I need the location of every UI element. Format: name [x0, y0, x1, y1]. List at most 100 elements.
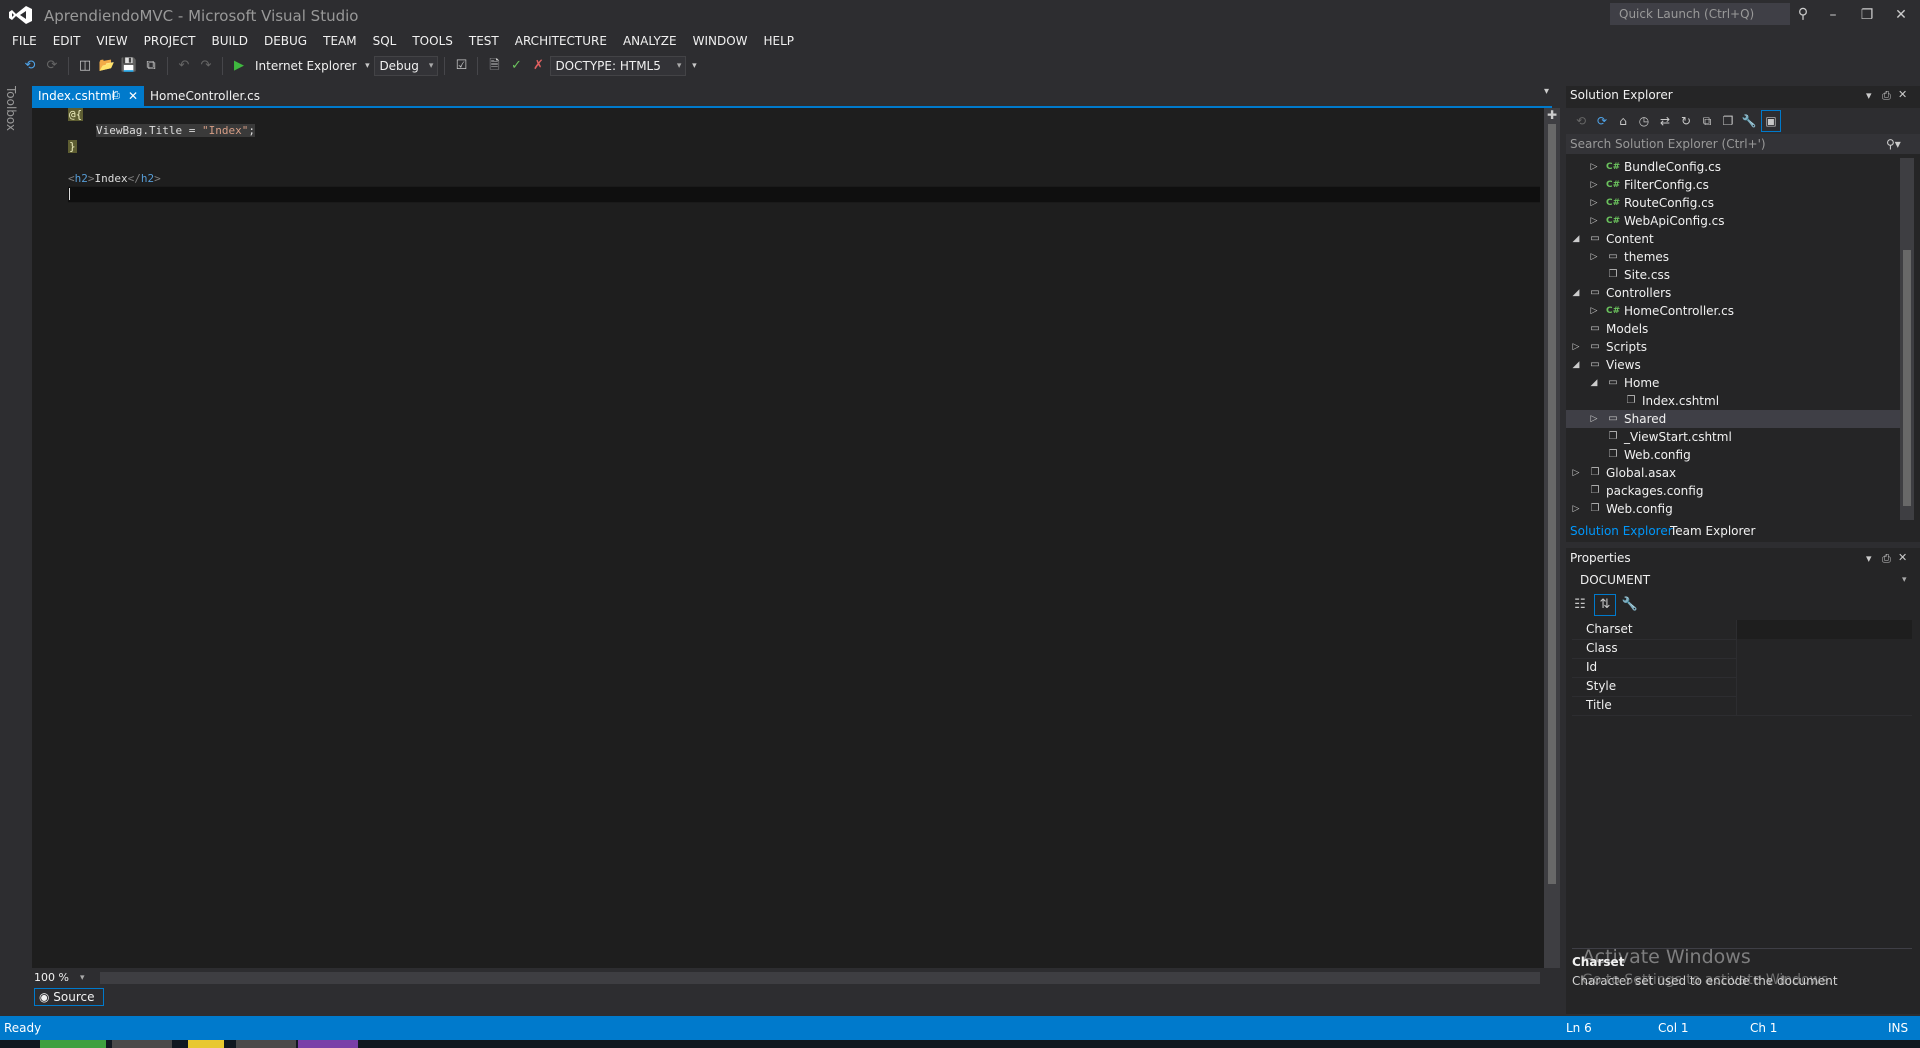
editor-scroll-thumb[interactable]: [1548, 124, 1556, 884]
menu-tools[interactable]: TOOLS: [404, 30, 461, 52]
property-value[interactable]: [1736, 677, 1912, 696]
tree-item[interactable]: ◢ ▭ Content: [1566, 230, 1900, 248]
taskbar-app-explorer[interactable]: [188, 1040, 224, 1048]
code-line-3[interactable]: }: [68, 140, 77, 153]
pending-changes-icon[interactable]: ◷: [1635, 111, 1653, 131]
menu-debug[interactable]: DEBUG: [256, 30, 315, 52]
collapsed-arrow-icon[interactable]: ▷: [1570, 338, 1582, 356]
menu-sql[interactable]: SQL: [365, 30, 405, 52]
code-line-1[interactable]: @{: [68, 108, 84, 121]
chevron-down-icon[interactable]: ▾: [362, 56, 372, 76]
menu-team[interactable]: TEAM: [315, 30, 364, 52]
tab-homecontroller-cs[interactable]: HomeController.cs: [144, 86, 264, 106]
quick-launch-input[interactable]: Quick Launch (Ctrl+Q): [1610, 3, 1790, 25]
tree-item[interactable]: ▷ C# WebApiConfig.cs: [1566, 212, 1900, 230]
redo-icon[interactable]: ↷: [196, 56, 216, 76]
tree-item[interactable]: ▷ ❐ Web.config: [1566, 500, 1900, 518]
tree-item[interactable]: ❐ _ViewStart.cshtml: [1566, 428, 1900, 446]
tree-item[interactable]: ◢ ▭ Controllers: [1566, 284, 1900, 302]
tab-overflow-icon[interactable]: ▾: [1544, 86, 1549, 97]
search-icon[interactable]: ⚲: [1792, 3, 1814, 25]
expanded-arrow-icon[interactable]: ◢: [1570, 284, 1582, 302]
menu-analyze[interactable]: ANALYZE: [615, 30, 685, 52]
tab-solution-explorer[interactable]: Solution Explorer: [1570, 524, 1673, 538]
forward-icon[interactable]: ⟳: [1593, 111, 1611, 131]
menu-edit[interactable]: EDIT: [45, 30, 89, 52]
search-icon[interactable]: ⚲▾: [1886, 134, 1901, 154]
close-icon[interactable]: ✕: [1898, 551, 1907, 564]
tree-item[interactable]: ▷ ▭ themes: [1566, 248, 1900, 266]
collapse-all-icon[interactable]: ⧉: [1698, 111, 1716, 131]
expanded-arrow-icon[interactable]: ◢: [1588, 374, 1600, 392]
panel-menu-icon[interactable]: ▾: [1866, 89, 1872, 102]
expanded-arrow-icon[interactable]: ◢: [1570, 230, 1582, 248]
collapsed-arrow-icon[interactable]: ▷: [1588, 176, 1600, 194]
solution-explorer-search-input[interactable]: Search Solution Explorer (Ctrl+'): [1566, 134, 1920, 154]
properties-object-select[interactable]: DOCUMENT: [1572, 570, 1912, 590]
tab-team-explorer[interactable]: Team Explorer: [1670, 524, 1756, 538]
tree-item[interactable]: ▷ C# BundleConfig.cs: [1566, 158, 1900, 176]
collapsed-arrow-icon[interactable]: ▷: [1570, 500, 1582, 518]
navigate-forward-icon[interactable]: ⟳: [42, 56, 62, 76]
new-project-icon[interactable]: ◫: [75, 56, 95, 76]
save-all-icon[interactable]: ⧉: [141, 56, 161, 76]
code-editor[interactable]: [32, 108, 1544, 968]
close-icon[interactable]: ✕: [1898, 88, 1907, 101]
run-target-button[interactable]: Internet Explorer: [251, 56, 360, 76]
tree-item[interactable]: ❐ packages.config: [1566, 482, 1900, 500]
tree-item[interactable]: ▷ ❐ Global.asax: [1566, 464, 1900, 482]
code-line-5[interactable]: <h2>Index</h2>: [68, 172, 161, 185]
collapsed-arrow-icon[interactable]: ▷: [1588, 212, 1600, 230]
tree-item[interactable]: ▷ ▭ Scripts: [1566, 338, 1900, 356]
menu-project[interactable]: PROJECT: [136, 30, 204, 52]
toolbar-overflow-icon[interactable]: ▾: [688, 56, 700, 76]
menu-view[interactable]: VIEW: [88, 30, 135, 52]
menu-build[interactable]: BUILD: [203, 30, 255, 52]
pin-icon[interactable]: ⎙: [1882, 89, 1891, 103]
taskbar-app[interactable]: [112, 1040, 172, 1048]
open-file-icon[interactable]: 📂: [97, 56, 117, 76]
tree-item[interactable]: ▷ C# RouteConfig.cs: [1566, 194, 1900, 212]
start-debugging-icon[interactable]: ▶: [229, 56, 249, 76]
solution-explorer-scroll-thumb[interactable]: [1903, 250, 1911, 506]
doctype-select[interactable]: DOCTYPE: HTML5 ▾: [550, 56, 687, 76]
clear-validation-icon[interactable]: ✗: [528, 56, 548, 76]
property-row-charset[interactable]: Charset: [1572, 620, 1912, 640]
property-value[interactable]: [1736, 696, 1912, 715]
menu-test[interactable]: TEST: [461, 30, 507, 52]
document-icon[interactable]: 🗎: [484, 56, 504, 76]
menu-help[interactable]: HELP: [756, 30, 803, 52]
close-icon[interactable]: ✕: [1884, 2, 1918, 28]
tree-item[interactable]: ▷ ▭ Shared: [1566, 410, 1900, 428]
source-view-tab[interactable]: ◉ Source: [34, 988, 104, 1006]
panel-menu-icon[interactable]: ▾: [1866, 552, 1872, 565]
property-pages-icon[interactable]: 🔧: [1620, 595, 1640, 615]
back-icon[interactable]: ⟲: [1572, 111, 1590, 131]
property-value[interactable]: [1736, 658, 1912, 677]
expanded-arrow-icon[interactable]: ◢: [1570, 356, 1582, 374]
alphabetical-icon[interactable]: ⇅: [1594, 594, 1616, 616]
collapsed-arrow-icon[interactable]: ▷: [1588, 302, 1600, 320]
taskbar-app[interactable]: [236, 1040, 296, 1048]
collapsed-arrow-icon[interactable]: ▷: [1588, 194, 1600, 212]
minimize-icon[interactable]: –: [1816, 2, 1850, 28]
chevron-down-icon[interactable]: ▾: [1902, 570, 1907, 590]
tree-item[interactable]: ▭ Models: [1566, 320, 1900, 338]
taskbar-app-chrome[interactable]: [40, 1040, 106, 1048]
refresh-icon[interactable]: ↻: [1677, 111, 1695, 131]
configuration-select[interactable]: Debug ▾: [374, 56, 439, 76]
tab-index-cshtml[interactable]: Index.cshtml ⎙ ✕: [32, 86, 144, 106]
editor-horizontal-scrollbar[interactable]: [100, 972, 1540, 984]
tree-item[interactable]: ◢ ▭ Home: [1566, 374, 1900, 392]
toolbox-tab[interactable]: Toolbox: [4, 86, 18, 131]
menu-file[interactable]: FILE: [4, 30, 45, 52]
tree-item[interactable]: ▷ C# FilterConfig.cs: [1566, 176, 1900, 194]
collapsed-arrow-icon[interactable]: ▷: [1588, 158, 1600, 176]
code-line-2[interactable]: ViewBag.Title = "Index";: [68, 124, 255, 137]
preview-icon[interactable]: ▣: [1761, 110, 1781, 132]
categorized-icon[interactable]: ☷: [1570, 595, 1590, 615]
validate-icon[interactable]: ✓: [506, 56, 526, 76]
find-in-files-icon[interactable]: ☑: [451, 56, 471, 76]
pin-icon[interactable]: ⎙: [112, 86, 120, 106]
collapsed-arrow-icon[interactable]: ▷: [1588, 248, 1600, 266]
